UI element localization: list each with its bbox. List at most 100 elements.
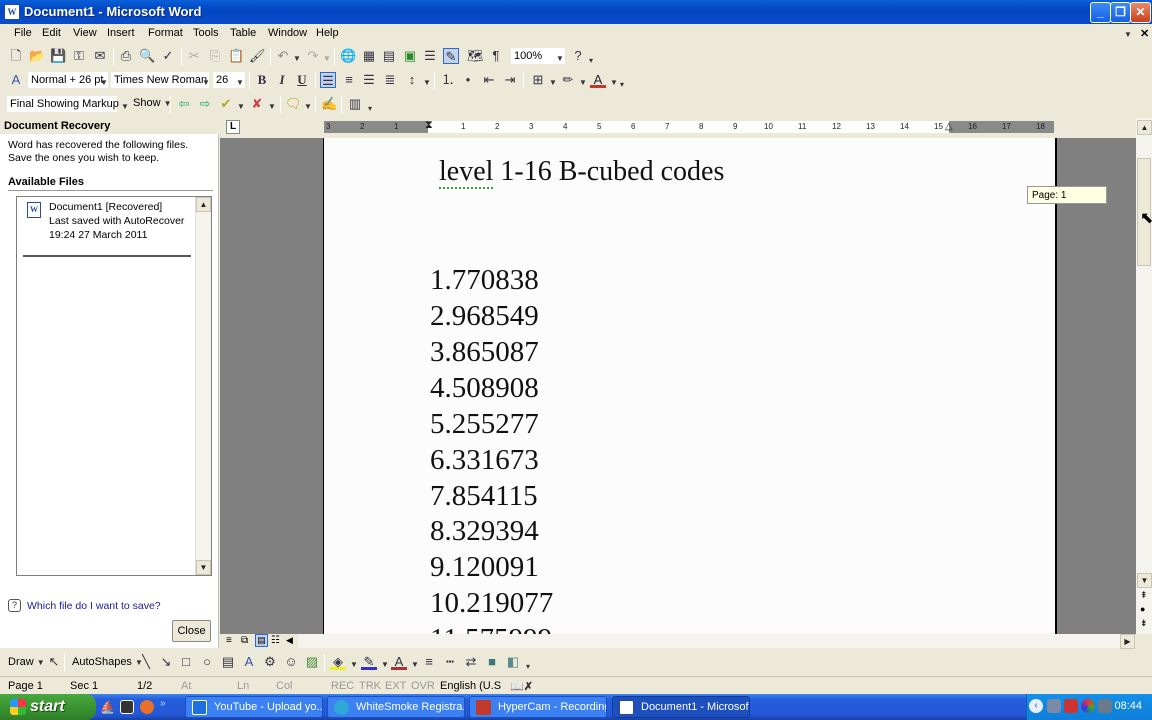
zoom-dropdown-icon[interactable]: ▼: [556, 54, 564, 63]
cut-icon[interactable]: ✂: [186, 48, 202, 64]
toolbar-options-icon[interactable]: ▾: [526, 662, 530, 671]
tab-selector[interactable]: L: [226, 120, 240, 134]
horizontal-scroll-track[interactable]: [298, 634, 1126, 648]
align-center-icon[interactable]: ≡: [341, 72, 357, 88]
right-indent-marker-icon[interactable]: △: [945, 121, 953, 132]
dash-style-icon[interactable]: ┅: [442, 654, 458, 670]
menu-edit[interactable]: Edit: [42, 27, 61, 39]
menu-window[interactable]: Window: [268, 27, 307, 39]
menu-format[interactable]: Format: [148, 27, 183, 39]
redo-dropdown-icon[interactable]: ▼: [323, 54, 331, 63]
columns-icon[interactable]: ☰: [422, 48, 438, 64]
recovered-file-item[interactable]: W Document1 [Recovered] Last saved with …: [17, 197, 195, 253]
italic-button[interactable]: I: [274, 72, 290, 88]
taskbar-item-whitesmoke[interactable]: WhiteSmoke Registra...: [327, 696, 465, 718]
line-color-icon[interactable]: ✎: [361, 654, 377, 670]
borders-icon[interactable]: ⊞: [530, 72, 546, 88]
decrease-indent-icon[interactable]: ⇤: [481, 72, 497, 88]
underline-button[interactable]: U: [294, 72, 310, 88]
style-combo[interactable]: Normal + 26 pt: [27, 71, 109, 89]
close-document-icon[interactable]: ✕: [1140, 27, 1149, 40]
accept-change-icon[interactable]: ✔: [218, 96, 234, 112]
line-style-icon[interactable]: ≡: [421, 654, 437, 670]
highlight-dropdown-icon[interactable]: ▼: [579, 78, 587, 87]
display-for-review-combo[interactable]: Final Showing Markup: [6, 95, 119, 113]
reject-change-icon[interactable]: ✘: [249, 96, 265, 112]
bold-button[interactable]: B: [254, 72, 270, 88]
borders-dropdown-icon[interactable]: ▼: [549, 78, 557, 87]
taskbar-item-word[interactable]: Document1 - Microsof...: [612, 696, 750, 718]
network-tray-icon[interactable]: [1047, 699, 1061, 713]
copy-icon[interactable]: ⎘: [207, 48, 223, 64]
hyperlink-icon[interactable]: 🌐: [340, 48, 356, 64]
status-ovr[interactable]: OVR: [411, 680, 435, 692]
restore-button[interactable]: ❐: [1110, 2, 1131, 23]
autoshapes-menu-button[interactable]: AutoShapes ▼: [72, 656, 143, 668]
menu-insert[interactable]: Insert: [107, 27, 135, 39]
3d-style-icon[interactable]: ◧: [505, 654, 521, 670]
font-color-icon[interactable]: A: [590, 72, 606, 88]
accept-dropdown-icon[interactable]: ▼: [237, 102, 245, 111]
arrow-style-icon[interactable]: ⇄: [463, 654, 479, 670]
previous-page-icon[interactable]: ⇞: [1140, 590, 1148, 601]
draw-menu-button[interactable]: Draw ▼: [8, 656, 45, 668]
save-icon[interactable]: 💾: [50, 48, 66, 64]
diagram-icon[interactable]: ⚙: [262, 654, 278, 670]
bullets-icon[interactable]: •: [460, 72, 476, 88]
scroll-right-icon[interactable]: ▶: [1120, 634, 1135, 649]
toolbar-options-icon[interactable]: ▾: [368, 104, 372, 113]
oval-icon[interactable]: ○: [199, 654, 215, 670]
insert-picture-icon[interactable]: ▨: [304, 654, 320, 670]
arrow-icon[interactable]: ↘: [158, 654, 174, 670]
taskbar-item-youtube[interactable]: YouTube - Upload yo...: [185, 696, 323, 718]
scroll-down-icon[interactable]: ▼: [1137, 573, 1152, 588]
scroll-up-icon[interactable]: ▲: [1137, 120, 1152, 135]
undo-icon[interactable]: ↶: [275, 48, 291, 64]
print-layout-icon[interactable]: ▤: [255, 634, 268, 647]
insert-excel-icon[interactable]: ▣: [402, 48, 418, 64]
reviewing-pane-icon[interactable]: ▥: [347, 96, 363, 112]
previous-change-icon[interactable]: ⇦: [176, 96, 192, 112]
numbering-icon[interactable]: ⒈: [440, 72, 456, 88]
email-icon[interactable]: ✉: [92, 48, 108, 64]
font-combo[interactable]: Times New Roman: [110, 71, 210, 89]
scroll-left-icon[interactable]: ◀: [286, 635, 293, 646]
document-page[interactable]: level 1-16 B-cubed codes 1.770838 2.9685…: [323, 138, 1057, 634]
start-button[interactable]: start: [0, 694, 96, 720]
toolbar-options-icon[interactable]: ▾: [620, 80, 624, 89]
line-icon[interactable]: ╲: [138, 654, 154, 670]
font-size-dropdown-icon[interactable]: ▼: [236, 78, 244, 87]
track-changes-icon[interactable]: ✍: [321, 96, 337, 112]
format-painter-icon[interactable]: 🖌: [249, 48, 266, 64]
print-icon[interactable]: ⎙: [118, 48, 134, 64]
file-list-scrollbar[interactable]: ▲ ▼: [195, 197, 211, 575]
close-button[interactable]: ✕: [1130, 2, 1151, 23]
draw-font-color-dropdown-icon[interactable]: ▼: [411, 660, 419, 669]
style-dropdown-icon[interactable]: ▼: [100, 78, 108, 87]
close-button[interactable]: Close: [172, 620, 211, 642]
fill-color-dropdown-icon[interactable]: ▼: [350, 660, 358, 669]
select-browse-object-icon[interactable]: ●: [1140, 604, 1145, 614]
display-dropdown-icon[interactable]: ▼: [121, 102, 129, 111]
show-hidden-icons-button[interactable]: ‹: [1029, 699, 1043, 713]
open-icon[interactable]: 📂: [29, 48, 45, 64]
security-tray-icon[interactable]: [1064, 699, 1078, 713]
display-tray-icon[interactable]: [1098, 699, 1112, 713]
align-left-icon[interactable]: ☰: [320, 72, 336, 88]
indent-marker-icon[interactable]: ⧗: [425, 121, 433, 132]
shadow-style-icon[interactable]: ■: [484, 654, 500, 670]
app-tray-icon[interactable]: [1081, 699, 1095, 713]
font-color-dropdown-icon[interactable]: ▼: [610, 78, 618, 87]
minimize-button[interactable]: _: [1090, 2, 1111, 23]
menu-tools[interactable]: Tools: [193, 27, 219, 39]
quick-launch-firefox-icon[interactable]: [140, 700, 154, 714]
which-file-help-link[interactable]: Which file do I want to save?: [27, 600, 161, 612]
quick-launch-more-icon[interactable]: »: [160, 698, 166, 709]
help-dropdown-icon[interactable]: ▼: [1124, 30, 1132, 39]
insert-comment-icon[interactable]: 🗨: [285, 96, 302, 112]
comment-dropdown-icon[interactable]: ▼: [304, 102, 312, 111]
text-box-icon[interactable]: ▤: [220, 654, 236, 670]
show-hide-icon[interactable]: ¶: [488, 48, 504, 64]
status-rec[interactable]: REC: [331, 680, 354, 692]
status-language[interactable]: English (U.S: [440, 680, 501, 692]
